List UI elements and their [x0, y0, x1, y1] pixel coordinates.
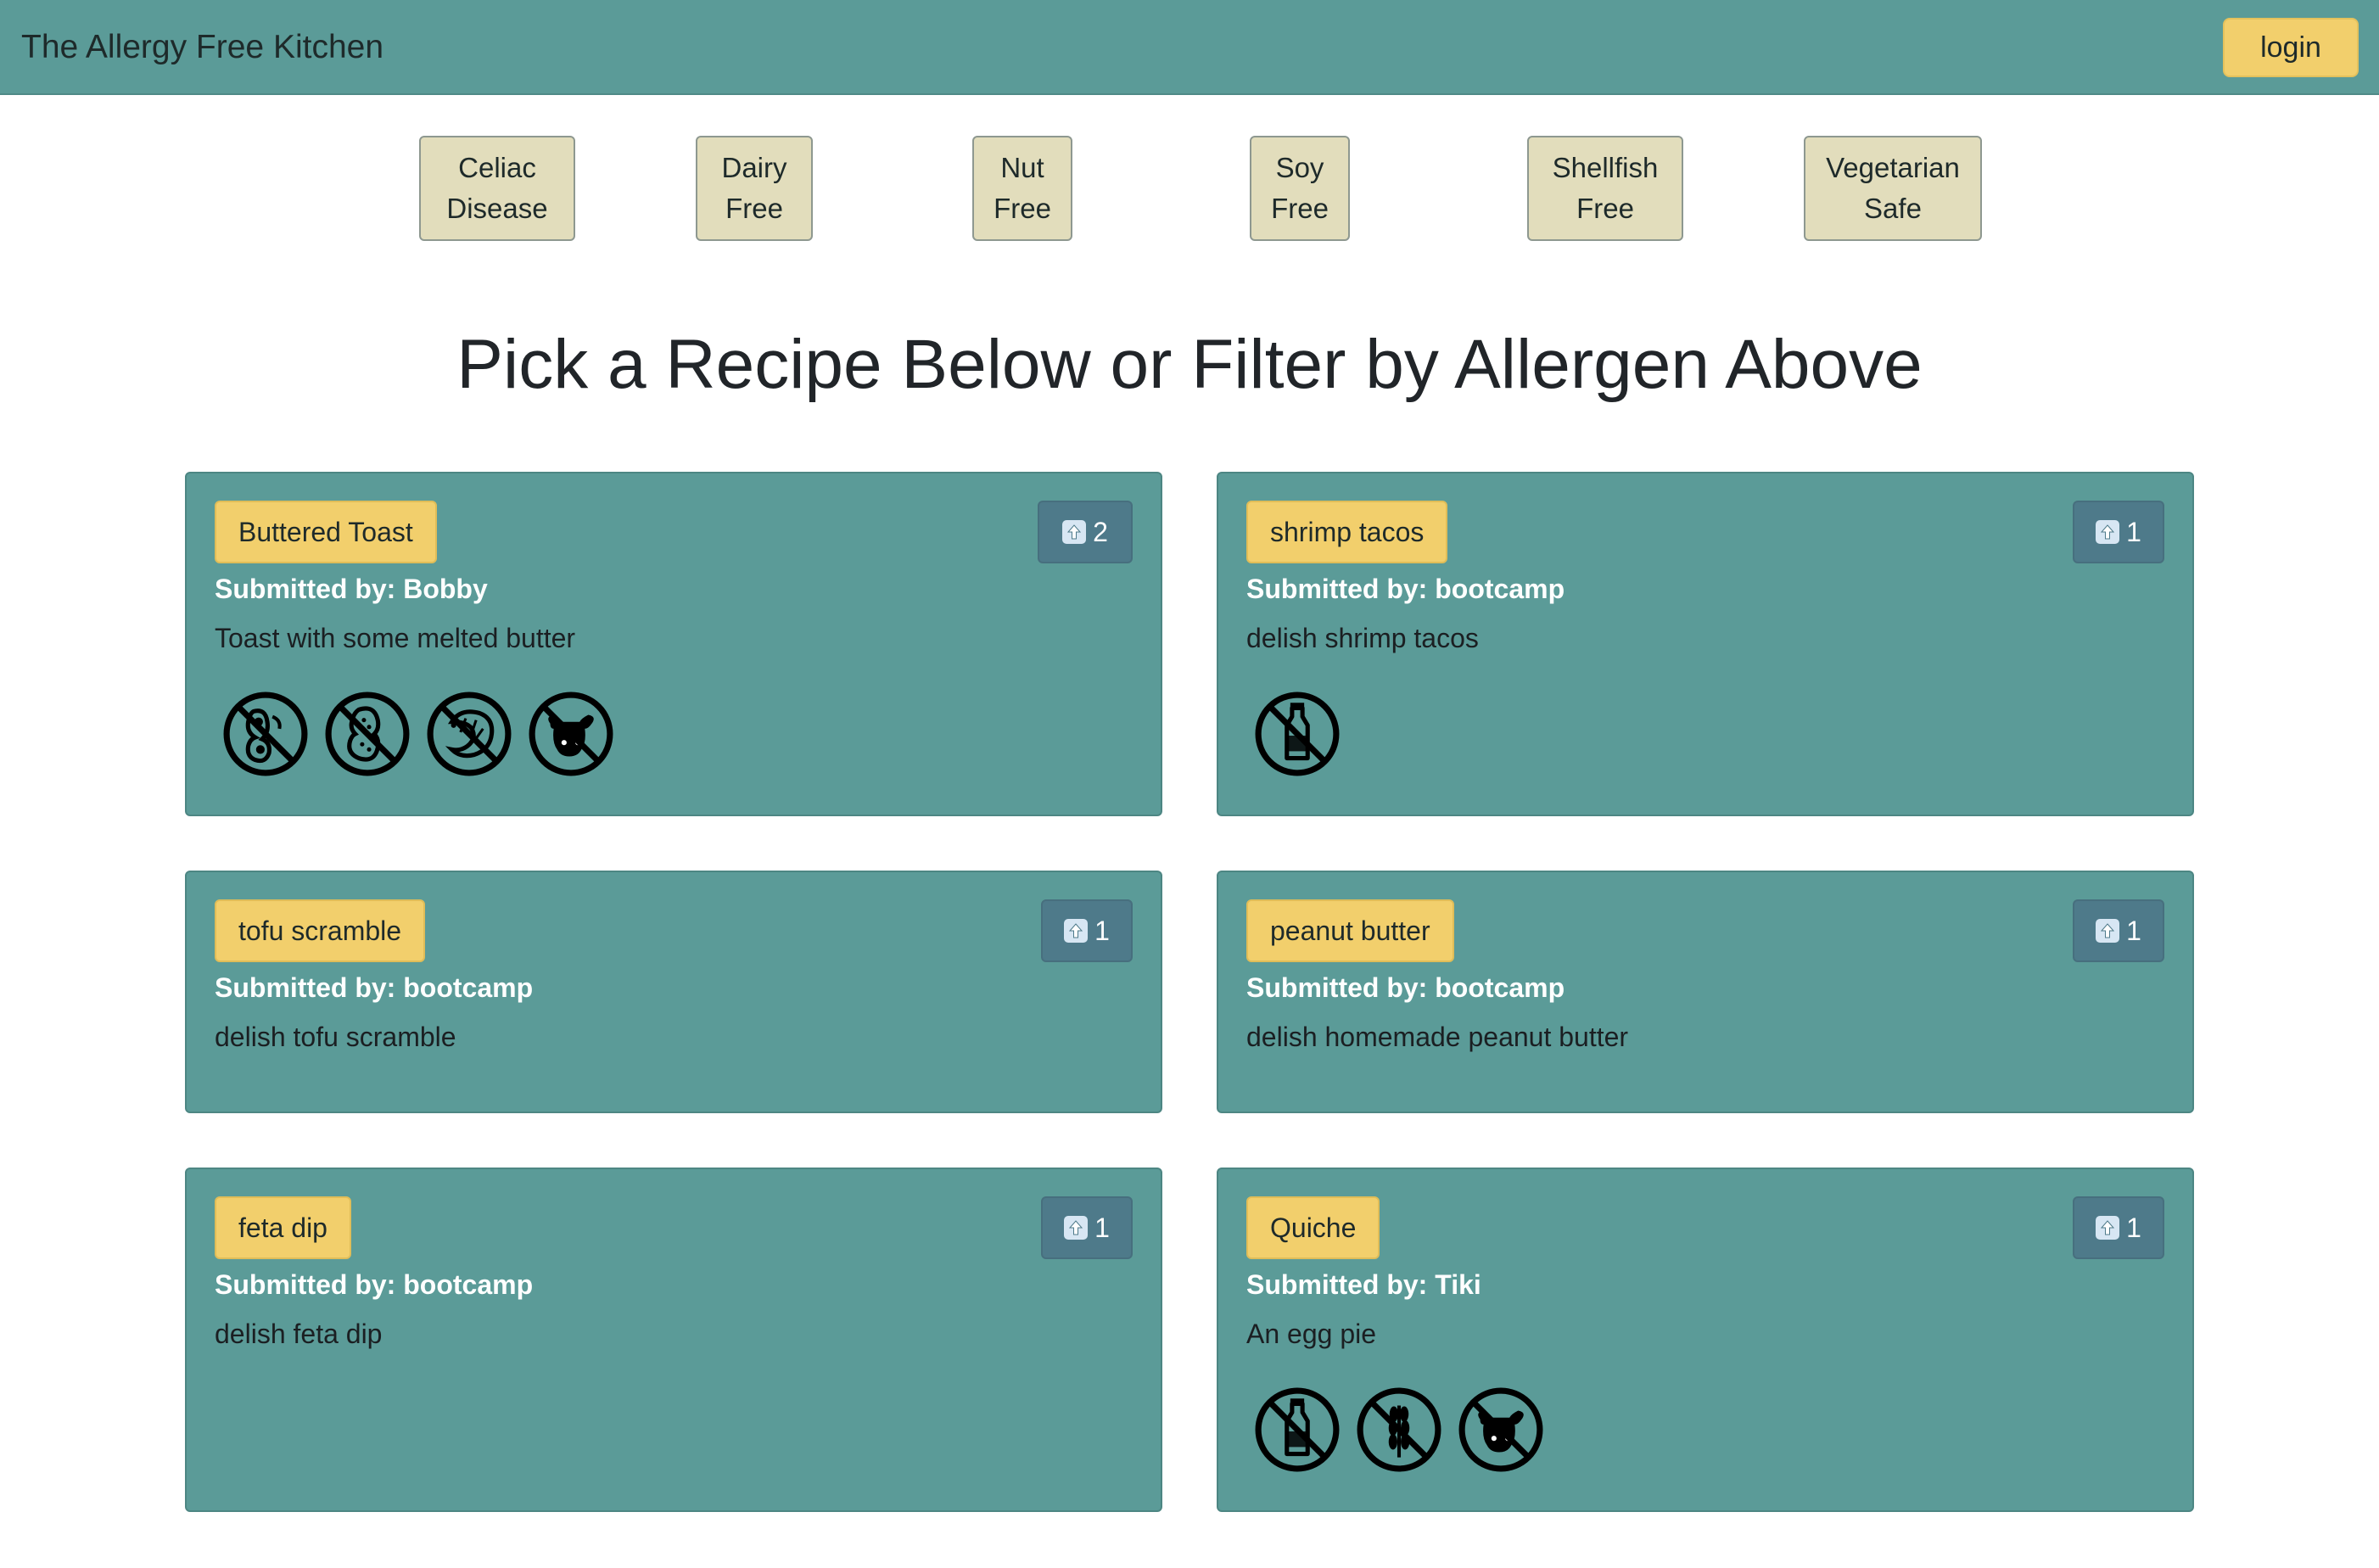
recipe-title-badge[interactable]: Quiche: [1246, 1196, 1380, 1259]
recipe-description: delish tofu scramble: [215, 1022, 456, 1052]
filter-label-line2: Safe: [1864, 193, 1922, 224]
submitted-by-text: Submitted by: bootcamp: [215, 1269, 534, 1300]
filter-shellfish-free-button[interactable]: Shellfish Free: [1527, 136, 1683, 241]
recipe-title-badge[interactable]: tofu scramble: [215, 899, 426, 962]
recipe-title-badge[interactable]: shrimp tacos: [1246, 501, 1448, 563]
submitted-by-text: Submitted by: bootcamp: [1246, 574, 1565, 604]
recipe-card[interactable]: Buttered Toast 2 Submitted by: Bobby Toa…: [185, 472, 1162, 816]
no-meat-icon: [528, 691, 614, 777]
recipe-card[interactable]: peanut butter 1 Submitted by: bootcamp d…: [1217, 871, 2194, 1113]
filter-dairy-free-button[interactable]: Dairy Free: [696, 136, 813, 241]
login-button[interactable]: login: [2223, 18, 2359, 77]
recipe-description: Toast with some melted butter: [215, 623, 576, 653]
arrow-up-icon: [1064, 1216, 1089, 1240]
no-soy-icon: [222, 691, 309, 777]
no-meat-icon: [1458, 1386, 1544, 1473]
no-dairy-icon: [1254, 691, 1341, 777]
recipe-description: delish homemade peanut butter: [1246, 1022, 1629, 1052]
vote-count: 1: [1094, 915, 1110, 946]
submitted-by-text: Submitted by: bootcamp: [215, 972, 534, 1003]
upvote-button[interactable]: 1: [2073, 501, 2164, 563]
filter-soy-free-button[interactable]: Soy Free: [1250, 136, 1350, 241]
no-peanut-icon: [324, 691, 411, 777]
arrow-up-icon: [2096, 919, 2120, 943]
filter-label-line2: Free: [1576, 193, 1634, 224]
filter-label-line2: Free: [994, 193, 1051, 224]
recipe-card[interactable]: feta dip 1 Submitted by: bootcamp delish…: [185, 1168, 1162, 1512]
no-gluten-icon: [1356, 1386, 1442, 1473]
filter-label-line1: Vegetarian: [1826, 152, 1960, 183]
filter-label-line2: Disease: [446, 193, 548, 224]
filter-label-line2: Free: [725, 193, 783, 224]
submitted-by-text: Submitted by: bootcamp: [1246, 972, 1565, 1003]
vote-count: 1: [1094, 1212, 1110, 1243]
no-dairy-icon: [1254, 1386, 1341, 1473]
recipe-card[interactable]: tofu scramble 1 Submitted by: bootcamp d…: [185, 871, 1162, 1113]
submitted-by-text: Submitted by: Tiki: [1246, 1269, 1481, 1300]
vote-count: 1: [2126, 516, 2141, 547]
recipe-title-badge[interactable]: Buttered Toast: [215, 501, 437, 563]
upvote-button[interactable]: 1: [2073, 899, 2164, 962]
filter-label-line1: Nut: [1000, 152, 1044, 183]
filter-vegetarian-safe-button[interactable]: Vegetarian Safe: [1804, 136, 1982, 241]
upvote-button[interactable]: 1: [2073, 1196, 2164, 1259]
arrow-up-icon: [2096, 1216, 2120, 1240]
allergen-icons: [222, 691, 614, 777]
recipe-description: An egg pie: [1246, 1319, 1377, 1349]
vote-count: 1: [2126, 1212, 2141, 1243]
filter-label-line1: Celiac: [458, 152, 536, 183]
filter-label-line1: Dairy: [721, 152, 787, 183]
allergen-icons: [1254, 691, 1341, 777]
submitted-by-text: Submitted by: Bobby: [215, 574, 488, 604]
arrow-up-icon: [2096, 520, 2120, 544]
filter-nut-free-button[interactable]: Nut Free: [972, 136, 1072, 241]
recipe-card[interactable]: Quiche 1 Submitted by: Tiki An egg pie: [1217, 1168, 2194, 1512]
recipe-title-badge[interactable]: feta dip: [215, 1196, 351, 1259]
recipe-description: delish feta dip: [215, 1319, 383, 1349]
upvote-button[interactable]: 2: [1038, 501, 1133, 563]
recipe-description: delish shrimp tacos: [1246, 623, 1479, 653]
navbar: The Allergy Free Kitchen login: [0, 0, 2379, 95]
upvote-button[interactable]: 1: [1041, 1196, 1133, 1259]
recipe-card[interactable]: shrimp tacos 1 Submitted by: bootcamp de…: [1217, 472, 2194, 816]
arrow-up-icon: [1062, 520, 1087, 544]
filter-label-line2: Free: [1271, 193, 1329, 224]
filter-label-line1: Shellfish: [1552, 152, 1659, 183]
vote-count: 2: [1093, 516, 1108, 547]
arrow-up-icon: [1064, 919, 1089, 943]
filter-celiac-disease-button[interactable]: Celiac Disease: [419, 136, 575, 241]
recipe-title-badge[interactable]: peanut butter: [1246, 899, 1454, 962]
filter-label-line1: Soy: [1275, 152, 1324, 183]
vote-count: 1: [2126, 915, 2141, 946]
upvote-button[interactable]: 1: [1041, 899, 1133, 962]
brand-title[interactable]: The Allergy Free Kitchen: [21, 25, 383, 70]
allergen-icons: [1254, 1386, 1544, 1473]
page-headline: Pick a Recipe Below or Filter by Allerge…: [456, 326, 1923, 403]
no-shellfish-icon: [426, 691, 512, 777]
